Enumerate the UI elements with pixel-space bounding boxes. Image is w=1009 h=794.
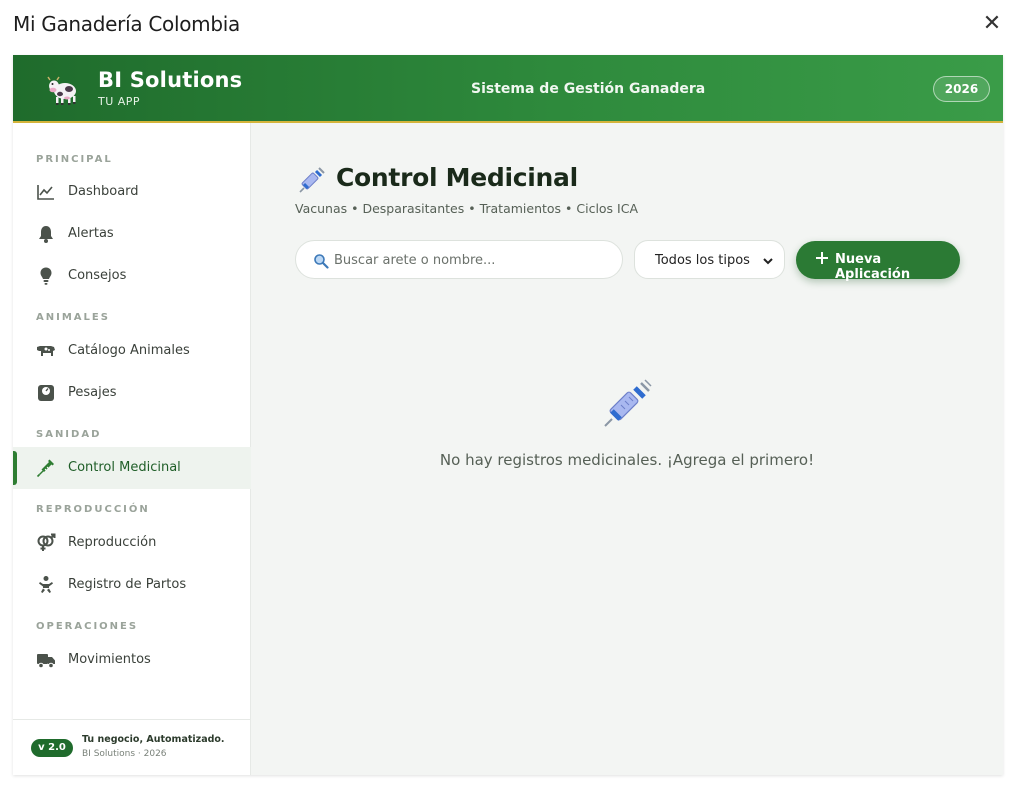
- plus-icon: [816, 252, 828, 264]
- sidebar-item-label: Consejos: [68, 268, 127, 283]
- header-title: Sistema de Gestión Ganadera: [471, 81, 706, 97]
- chart-line-icon: [37, 185, 54, 200]
- type-filter-select[interactable]: Todos los tipos: [634, 240, 785, 279]
- main-content: Control Medicinal Vacunas • Desparasitan…: [251, 123, 1003, 775]
- page-title: Control Medicinal: [336, 163, 578, 192]
- lightbulb-icon: [40, 267, 52, 285]
- search-box[interactable]: [295, 240, 623, 279]
- section-label-operaciones: OPERACIONES: [36, 621, 139, 632]
- section-label-principal: PRINCIPAL: [36, 154, 113, 165]
- bell-icon: [39, 226, 53, 243]
- search-input[interactable]: [334, 249, 614, 271]
- empty-state-text: No hay registros medicinales. ¡Agrega el…: [439, 451, 815, 469]
- new-application-button[interactable]: Nueva Aplicación: [796, 241, 960, 282]
- sidebar-item-reproduccion[interactable]: Reproducción: [13, 522, 251, 564]
- sidebar-item-alertas[interactable]: Alertas: [13, 213, 251, 255]
- sidebar-item-registro-partos[interactable]: Registro de Partos: [13, 564, 251, 606]
- active-indicator: [13, 451, 17, 485]
- footer-copyright: BI Solutions · 2026: [82, 749, 167, 759]
- sidebar-item-label: Control Medicinal: [68, 460, 181, 475]
- search-icon: [314, 254, 329, 269]
- sidebar: PRINCIPAL Dashboard Alertas Consejos ANI…: [13, 123, 251, 775]
- type-filter-value: Todos los tipos: [655, 253, 750, 268]
- footer-tagline: Tu negocio, Automatizado.: [82, 734, 225, 745]
- app-container: BI Solutions TU APP Sistema de Gestión G…: [13, 55, 1003, 775]
- cow-icon: [47, 76, 76, 105]
- sidebar-item-label: Pesajes: [68, 385, 117, 400]
- sidebar-item-label: Reproducción: [68, 535, 157, 550]
- chevron-down-icon: [763, 258, 773, 265]
- year-badge: 2026: [933, 76, 990, 102]
- app-header: BI Solutions TU APP Sistema de Gestión G…: [13, 55, 1003, 123]
- sidebar-item-control-medicinal[interactable]: Control Medicinal: [13, 447, 251, 489]
- brand-name: BI Solutions: [98, 68, 243, 92]
- section-label-reproduccion: REPRODUCCIÓN: [36, 504, 150, 515]
- section-label-animales: ANIMALES: [36, 312, 110, 323]
- sidebar-item-catalogo[interactable]: Catálogo Animales: [13, 330, 251, 372]
- cow-icon: [37, 346, 55, 356]
- window-title: Mi Ganadería Colombia: [13, 12, 240, 36]
- sidebar-item-movimientos[interactable]: Movimientos: [13, 639, 251, 681]
- sidebar-item-label: Alertas: [68, 226, 114, 241]
- section-label-sanidad: SANIDAD: [36, 429, 102, 440]
- syringe-icon: [36, 459, 54, 478]
- sidebar-item-label: Dashboard: [68, 184, 139, 199]
- sidebar-item-label: Catálogo Animales: [68, 343, 190, 358]
- weight-scale-icon: [38, 385, 54, 401]
- sidebar-footer: v 2.0 Tu negocio, Automatizado. BI Solut…: [13, 719, 251, 775]
- syringe-icon: [299, 167, 325, 193]
- sidebar-item-label: Movimientos: [68, 652, 151, 667]
- baby-icon: [39, 576, 53, 593]
- truck-icon: [37, 654, 55, 669]
- venus-mars-icon: [37, 533, 56, 551]
- sidebar-item-consejos[interactable]: Consejos: [13, 255, 251, 297]
- sidebar-item-pesajes[interactable]: Pesajes: [13, 372, 251, 414]
- syringe-icon: [604, 379, 652, 427]
- sidebar-item-label: Registro de Partos: [68, 577, 187, 592]
- sidebar-item-dashboard[interactable]: Dashboard: [13, 171, 251, 213]
- close-icon[interactable]: ✕: [981, 13, 1003, 35]
- page-subtitle: Vacunas • Desparasitantes • Tratamientos…: [295, 201, 639, 216]
- new-application-label: Nueva Aplicación: [835, 252, 911, 282]
- brand-subtitle: TU APP: [98, 95, 141, 108]
- version-badge: v 2.0: [31, 739, 73, 757]
